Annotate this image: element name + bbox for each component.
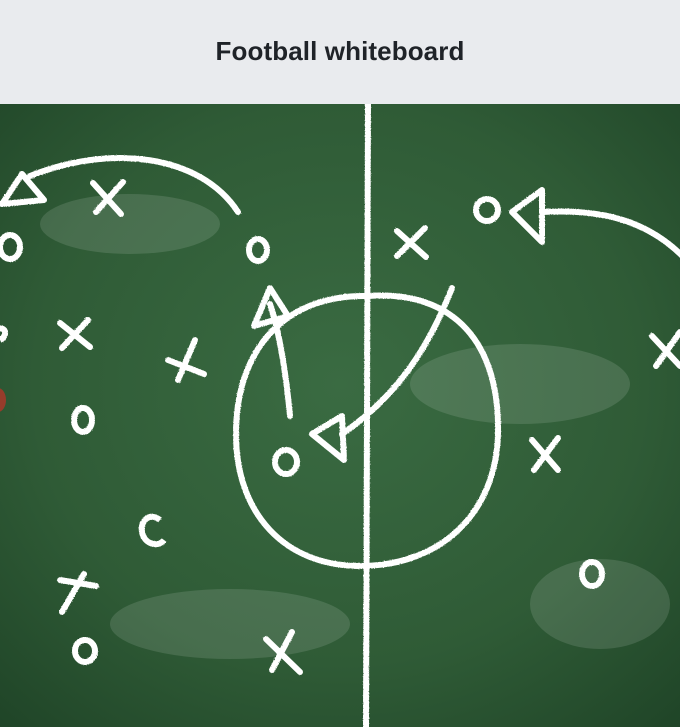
page-title: Football whiteboard [215, 35, 465, 66]
chalkboard-image [0, 104, 680, 727]
tactics-drawing [0, 104, 680, 727]
header-bar: Football whiteboard [0, 0, 680, 104]
